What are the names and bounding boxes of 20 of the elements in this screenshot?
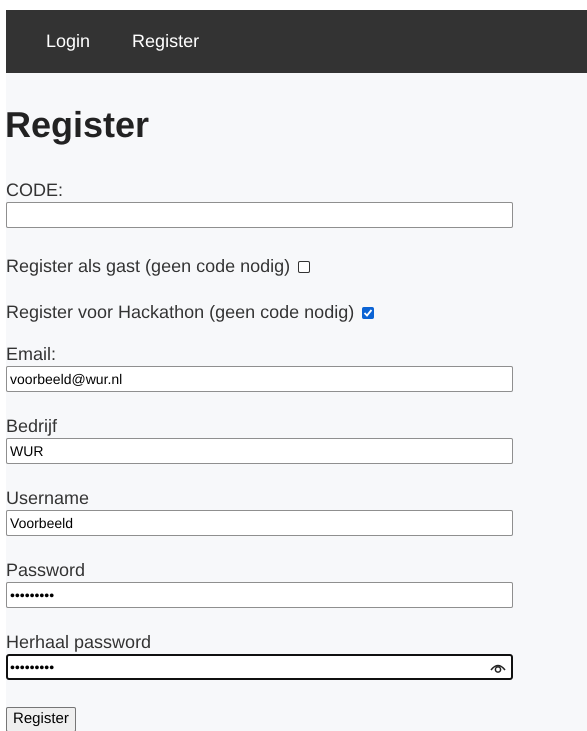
- input-field[interactable]: Voorbeeld: [6, 510, 513, 536]
- input-field[interactable]: [6, 202, 513, 228]
- field-label: Bedrijf: [6, 416, 58, 437]
- field-label: Username: [6, 488, 90, 509]
- field-label: Email:: [6, 344, 56, 365]
- nav-link[interactable]: Register: [132, 31, 220, 52]
- input-field[interactable]: voorbeeld@wur.nl: [6, 366, 513, 392]
- input-field[interactable]: •••••••••: [6, 654, 513, 680]
- input-field[interactable]: WUR: [6, 438, 513, 464]
- input-field[interactable]: •••••••••: [6, 582, 513, 608]
- checkbox[interactable]: [362, 306, 374, 318]
- field-label: CODE:: [6, 180, 64, 201]
- checkbox-label: Register als gast (geen code nodig): [6, 256, 290, 277]
- checkbox-label: Register voor Hackathon (geen code nodig): [6, 302, 354, 323]
- checkbox[interactable]: [298, 260, 310, 272]
- nav-link[interactable]: Login: [46, 31, 112, 52]
- register-button[interactable]: Register: [6, 707, 76, 731]
- page-title: Register: [6, 105, 150, 145]
- field-label: Password: [6, 560, 86, 581]
- field-label: Herhaal password: [6, 632, 152, 653]
